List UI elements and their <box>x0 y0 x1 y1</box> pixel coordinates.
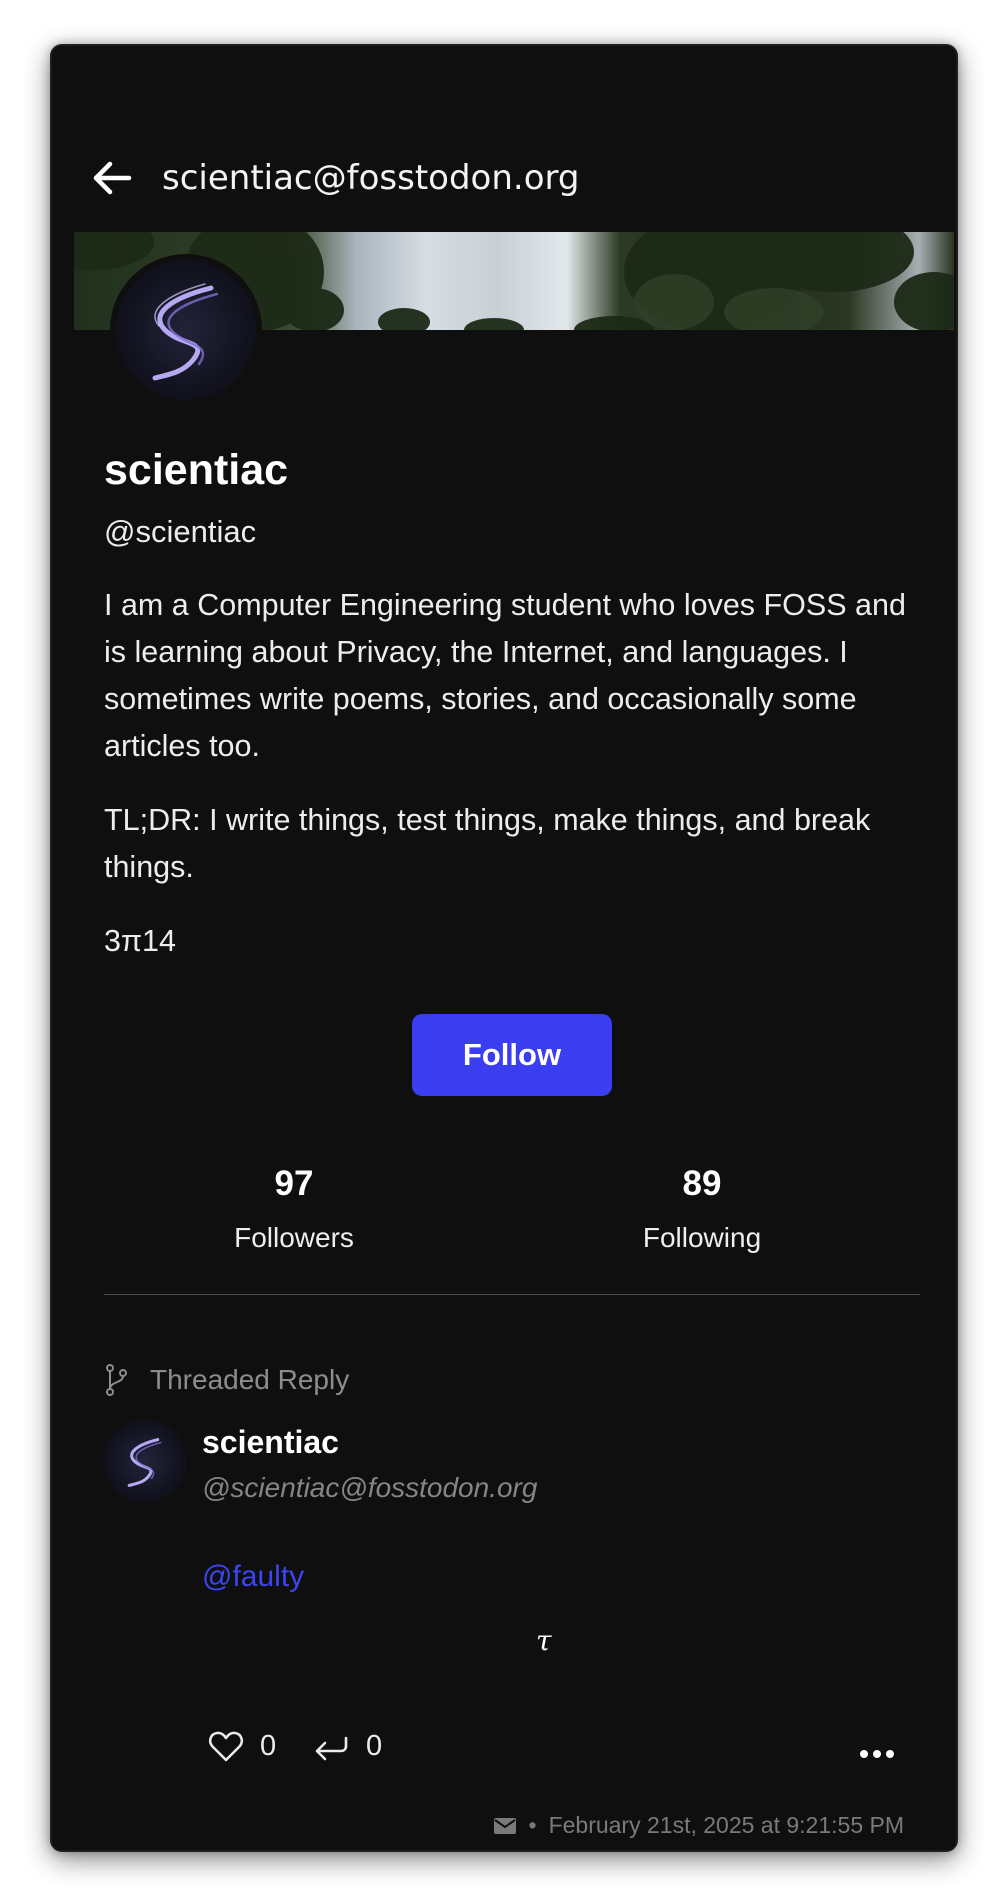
profile-handle: @scientiac <box>104 514 257 549</box>
mail-icon <box>493 1817 516 1834</box>
profile-avatar[interactable] <box>110 254 262 406</box>
page-title: scientiac@fosstodon.org <box>162 158 580 198</box>
more-options-button[interactable] <box>852 1736 902 1772</box>
meta-separator: • <box>528 1812 537 1838</box>
profile-display-name: scientiac <box>104 446 289 494</box>
post-author-handle: @scientiac@fosstodon.org <box>202 1472 538 1503</box>
thread-label-text: Threaded Reply <box>150 1364 350 1395</box>
back-button[interactable] <box>88 154 136 202</box>
thread-label: Threaded Reply <box>104 1364 349 1396</box>
followers-stat[interactable]: 97 Followers <box>174 1164 414 1254</box>
bio-paragraph: TL;DR: I write things, test things, make… <box>104 803 871 884</box>
like-count: 0 <box>260 1730 277 1762</box>
following-count: 89 <box>682 1164 722 1203</box>
mention-link[interactable]: @faulty <box>202 1560 304 1594</box>
bio-paragraph: 3π14 <box>104 924 176 958</box>
more-horizontal-icon <box>860 1750 894 1758</box>
follow-button[interactable]: Follow <box>412 1014 612 1096</box>
post-author-name[interactable]: scientiac <box>202 1424 339 1461</box>
post-content: τ <box>536 1624 552 1657</box>
logo-s-icon <box>152 283 219 381</box>
post-meta: • February 21st, 2025 at 9:21:55 PM <box>452 1812 904 1839</box>
following-label: Following <box>642 1222 762 1253</box>
heart-icon <box>208 1731 244 1761</box>
top-bar: scientiac@fosstodon.org <box>52 124 956 216</box>
following-stat[interactable]: 89 Following <box>582 1164 822 1254</box>
followers-label: Followers <box>234 1222 354 1253</box>
post-author-avatar[interactable] <box>104 1420 186 1502</box>
bio-paragraph: I am a Computer Engineering student who … <box>104 588 906 763</box>
arrow-left-icon <box>93 161 132 195</box>
profile-bio: I am a Computer Engineering student who … <box>104 582 924 992</box>
post-timestamp[interactable]: February 21st, 2025 at 9:21:55 PM <box>549 1812 904 1839</box>
logo-s-icon <box>127 1438 162 1487</box>
app-window: scientiac@fosstodon.org scientiac @scien… <box>50 44 958 1852</box>
followers-count: 97 <box>274 1164 314 1203</box>
divider <box>104 1294 920 1295</box>
git-branch-icon <box>106 1364 127 1396</box>
reply-icon <box>315 1736 348 1760</box>
reply-count: 0 <box>366 1730 383 1762</box>
reply-button[interactable]: 0 <box>312 1730 382 1763</box>
like-button[interactable]: 0 <box>208 1730 276 1763</box>
